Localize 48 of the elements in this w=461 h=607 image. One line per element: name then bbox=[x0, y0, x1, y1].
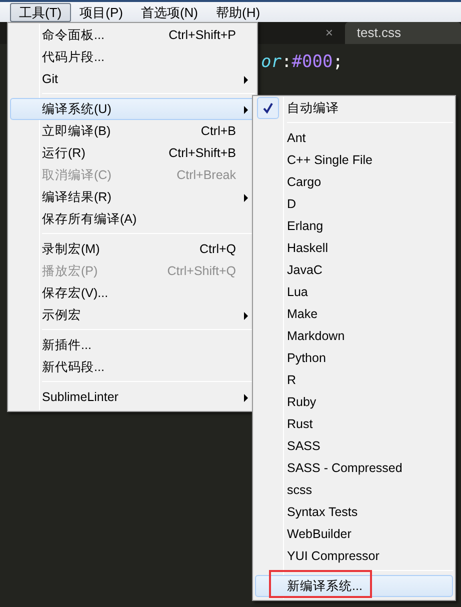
menu-item[interactable]: 命令面板... Ctrl+Shift+P bbox=[10, 24, 255, 46]
submenu-arrow-icon bbox=[244, 194, 248, 202]
menu-item[interactable]: SASS bbox=[255, 435, 453, 457]
submenu-arrow-icon bbox=[244, 106, 248, 114]
tab-close-button[interactable]: × bbox=[313, 22, 345, 44]
menu-item[interactable]: Syntax Tests bbox=[255, 501, 453, 523]
menu-item[interactable]: 代码片段... bbox=[10, 46, 255, 68]
menu-item[interactable]: 立即编译(B) Ctrl+B bbox=[10, 120, 255, 142]
menu-item[interactable]: 运行(R) Ctrl+Shift+B bbox=[10, 142, 255, 164]
submenu-arrow-icon bbox=[244, 76, 248, 84]
menu-item[interactable]: 新编译系统... bbox=[255, 575, 453, 597]
code-line: or:#000; bbox=[261, 51, 343, 74]
menu-item[interactable]: Cargo bbox=[255, 171, 453, 193]
menu-bar-item[interactable]: 首选项(N) bbox=[132, 2, 207, 22]
menu-item[interactable]: 自动编译 bbox=[255, 97, 453, 119]
menu-item[interactable]: 录制宏(M) Ctrl+Q bbox=[10, 238, 255, 260]
menu-item[interactable]: Git bbox=[10, 68, 255, 90]
menu-item[interactable]: C++ Single File bbox=[255, 149, 453, 171]
submenu-arrow-icon bbox=[244, 394, 248, 402]
menu-item[interactable]: Make bbox=[255, 303, 453, 325]
menu-item[interactable]: SASS - Compressed bbox=[255, 457, 453, 479]
menu-item[interactable]: scss bbox=[255, 479, 453, 501]
menu-item[interactable]: Rust bbox=[255, 413, 453, 435]
menu-item[interactable]: Haskell bbox=[255, 237, 453, 259]
menu-item[interactable]: WebBuilder bbox=[255, 523, 453, 545]
menu-item[interactable]: JavaC bbox=[255, 259, 453, 281]
menu-bar-item[interactable]: 工具(T) bbox=[10, 2, 71, 22]
submenu-arrow-icon bbox=[244, 312, 248, 320]
menu-item[interactable]: 保存宏(V)... bbox=[10, 282, 255, 304]
file-tab[interactable]: test.css bbox=[344, 22, 461, 44]
menu-item[interactable]: R bbox=[255, 369, 453, 391]
menu-item[interactable]: Ruby bbox=[255, 391, 453, 413]
menu-bar-item[interactable]: 帮助(H) bbox=[207, 2, 270, 22]
menu-item[interactable]: 新插件... bbox=[10, 334, 255, 356]
menu-item[interactable]: 编译结果(R) bbox=[10, 186, 255, 208]
menu-item[interactable]: 示例宏 bbox=[10, 304, 255, 326]
menu-item[interactable]: 保存所有编译(A) bbox=[10, 208, 255, 230]
menu-item[interactable]: Markdown bbox=[255, 325, 453, 347]
menu-item[interactable]: Ant bbox=[255, 127, 453, 149]
menu-item[interactable]: Lua bbox=[255, 281, 453, 303]
menu-item[interactable]: 编译系统(U) bbox=[10, 98, 255, 120]
menu-item[interactable]: 新代码段... bbox=[10, 356, 255, 378]
menu-item[interactable]: D bbox=[255, 193, 453, 215]
menu-item[interactable]: SublimeLinter bbox=[10, 386, 255, 408]
menu-bar-item[interactable]: 项目(P) bbox=[70, 2, 132, 22]
menu-item[interactable]: Python bbox=[255, 347, 453, 369]
menu-item[interactable]: Erlang bbox=[255, 215, 453, 237]
menu-item[interactable]: YUI Compressor bbox=[255, 545, 453, 567]
